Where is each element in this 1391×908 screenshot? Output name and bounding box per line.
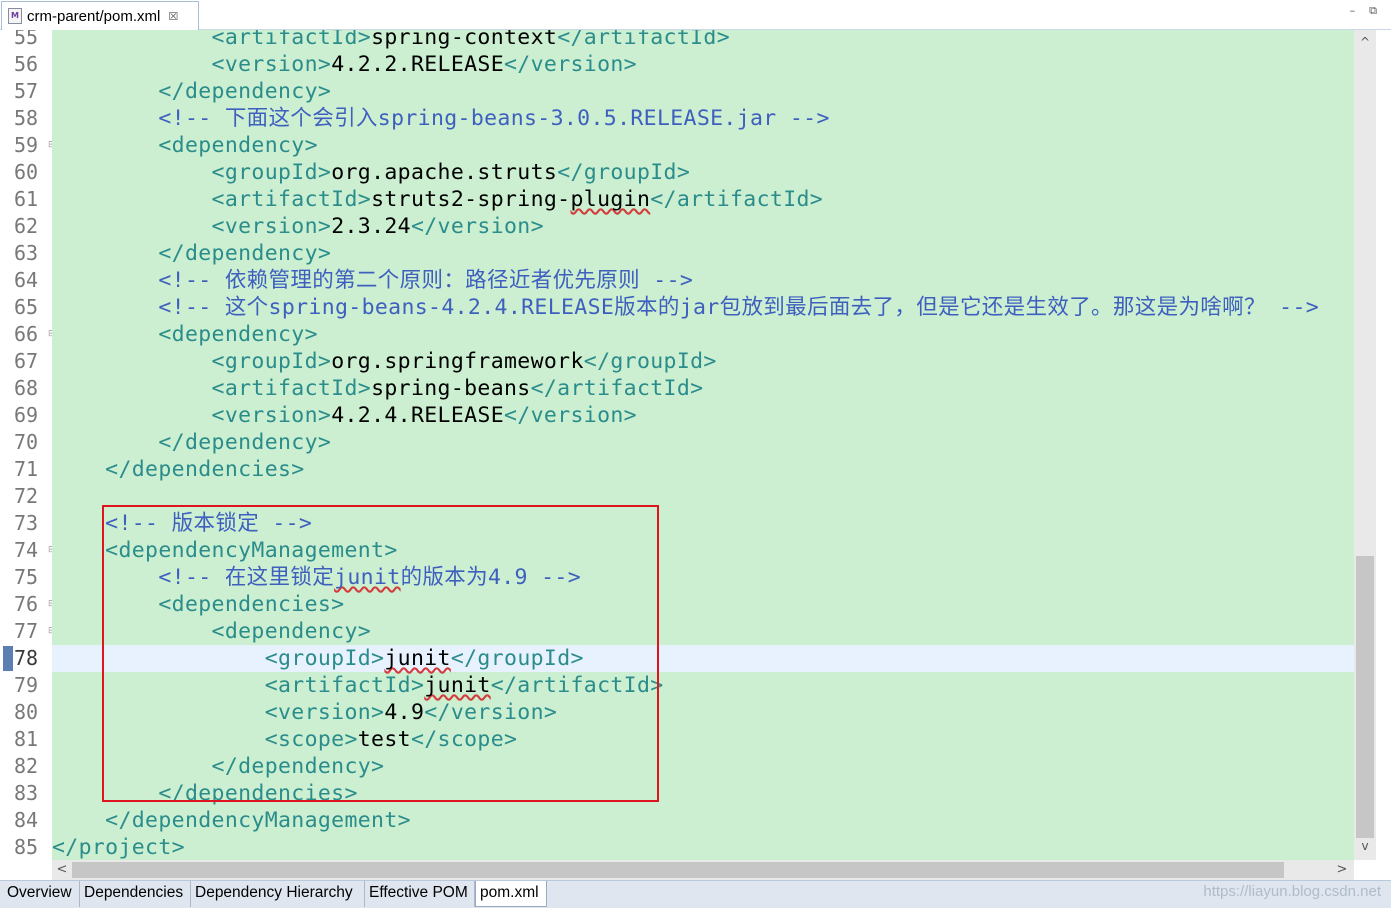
xml-tag-token: <artifactId> bbox=[52, 187, 372, 212]
code-line[interactable]: </dependency> bbox=[52, 240, 1354, 267]
xml-tag-token: <dependency> bbox=[52, 322, 318, 347]
xml-value-token: org.springframework bbox=[331, 349, 584, 374]
xml-tag-token: <artifactId> bbox=[52, 30, 372, 50]
scroll-right-icon[interactable]: > bbox=[1332, 860, 1352, 880]
code-line[interactable]: <artifactId>struts2-spring-plugin</artif… bbox=[52, 186, 1354, 213]
xml-tag-token: </dependency> bbox=[52, 430, 332, 455]
xml-value-token: 4.2.4.RELEASE bbox=[331, 403, 505, 428]
xml-tag-token: </version> bbox=[410, 214, 544, 239]
code-line[interactable]: <version>2.3.24</version> bbox=[52, 213, 1354, 240]
current-line-marker bbox=[3, 646, 13, 671]
xml-tag-token: <groupId> bbox=[52, 349, 332, 374]
xml-tag-token: <artifactId> bbox=[52, 376, 372, 401]
close-icon[interactable]: ☒ bbox=[168, 10, 178, 23]
xml-value-token: spring-context bbox=[371, 30, 558, 50]
code-line[interactable]: <groupId>org.apache.struts</groupId> bbox=[52, 159, 1354, 186]
horizontal-scrollbar[interactable]: < > bbox=[52, 860, 1354, 880]
xml-tag-token: <version> bbox=[52, 52, 332, 77]
scrollbar-corner bbox=[1354, 860, 1391, 880]
xml-tag-token: </artifactId> bbox=[530, 376, 704, 401]
xml-tag-token: </dependency> bbox=[52, 241, 332, 266]
tab-overview[interactable]: Overview bbox=[3, 881, 80, 907]
xml-tag-token: <version> bbox=[52, 403, 332, 428]
code-line[interactable]: <artifactId>spring-context</artifactId> bbox=[52, 30, 1354, 51]
horizontal-scroll-thumb[interactable] bbox=[72, 862, 1284, 878]
xml-tag-token: </dependencyManagement> bbox=[52, 808, 411, 833]
tab-pom-xml[interactable]: pom.xml bbox=[475, 881, 547, 907]
tab-dependencies[interactable]: Dependencies bbox=[80, 881, 191, 907]
line-number-gutter: 5556575859⊟60616263646566⊟67686970717273… bbox=[6, 30, 56, 860]
scroll-left-icon[interactable]: < bbox=[52, 860, 72, 880]
xml-comment-token: <!-- 这个spring-beans-4.2.4.RELEASE版本的jar包… bbox=[52, 295, 1320, 320]
watermark-text: https://liayun.blog.csdn.net bbox=[1203, 883, 1381, 900]
xml-tag-token: </groupId> bbox=[583, 349, 717, 374]
minimize-icon[interactable]: – bbox=[1350, 4, 1356, 18]
code-line[interactable]: </dependency> bbox=[52, 429, 1354, 456]
xml-comment-token: <!-- 依赖管理的第二个原则：路径近者优先原则 --> bbox=[52, 268, 694, 293]
code-line[interactable]: <version>4.2.4.RELEASE</version> bbox=[52, 402, 1354, 429]
restore-icon[interactable]: ⧉ bbox=[1369, 4, 1377, 18]
code-line[interactable]: <dependency> bbox=[52, 321, 1354, 348]
code-line[interactable]: <version>4.2.2.RELEASE</version> bbox=[52, 51, 1354, 78]
code-line[interactable]: <!-- 这个spring-beans-4.2.4.RELEASE版本的jar包… bbox=[52, 294, 1354, 321]
xml-tag-token: </groupId> bbox=[557, 160, 691, 185]
code-line[interactable]: <dependency> bbox=[52, 132, 1354, 159]
xml-tag-token: <version> bbox=[52, 214, 332, 239]
tab-dependency-hierarchy[interactable]: Dependency Hierarchy bbox=[191, 881, 365, 907]
code-line[interactable]: <groupId>org.springframework</groupId> bbox=[52, 348, 1354, 375]
code-line[interactable]: </dependency> bbox=[52, 78, 1354, 105]
code-line[interactable]: </project> bbox=[52, 834, 1354, 860]
vertical-scrollbar[interactable]: ^ v bbox=[1354, 30, 1376, 860]
xml-tag-token: </project> bbox=[52, 835, 185, 860]
xml-tag-token: </version> bbox=[504, 52, 637, 77]
tab-effective-pom[interactable]: Effective POM bbox=[365, 881, 475, 907]
xml-tag-token: </artifactId> bbox=[650, 187, 824, 212]
xml-tag-token: <dependency> bbox=[52, 133, 318, 158]
code-line[interactable]: </dependencies> bbox=[52, 456, 1354, 483]
xml-value-token: 2.3.24 bbox=[331, 214, 411, 239]
xml-tag-token: </artifactId> bbox=[557, 30, 731, 50]
overview-ruler bbox=[1376, 30, 1391, 860]
maven-pom-file-icon: M bbox=[8, 8, 22, 24]
editor-tab-pom-xml[interactable]: M crm-parent/pom.xml ☒ bbox=[1, 1, 199, 30]
xml-value-token: struts2-spring- bbox=[371, 187, 571, 212]
xml-value-token: org.apache.struts bbox=[331, 160, 558, 185]
xml-value-token: 4.2.2.RELEASE bbox=[331, 52, 505, 77]
code-line[interactable]: <artifactId>spring-beans</artifactId> bbox=[52, 375, 1354, 402]
xml-comment-token: <!-- 下面这个会引入spring-beans-3.0.5.RELEASE.j… bbox=[52, 106, 830, 131]
code-line[interactable]: <!-- 下面这个会引入spring-beans-3.0.5.RELEASE.j… bbox=[52, 105, 1354, 132]
scroll-down-icon[interactable]: v bbox=[1354, 836, 1376, 856]
xml-tag-token: </dependency> bbox=[52, 79, 332, 104]
code-line[interactable]: </dependencyManagement> bbox=[52, 807, 1354, 834]
vertical-scroll-thumb[interactable] bbox=[1356, 556, 1374, 838]
xml-value-token: spring-beans bbox=[371, 376, 531, 401]
xml-tag-token: </version> bbox=[504, 403, 637, 428]
pom-editor-tabs: Overview Dependencies Dependency Hierarc… bbox=[0, 880, 1391, 908]
xml-tag-token: </dependencies> bbox=[52, 457, 305, 482]
xml-value-token: plugin bbox=[570, 187, 651, 212]
code-line[interactable]: <!-- 依赖管理的第二个原则：路径近者优先原则 --> bbox=[52, 267, 1354, 294]
dependency-management-highlight-box bbox=[102, 505, 659, 802]
editor-tab-bar: M crm-parent/pom.xml ☒ – ⧉ bbox=[0, 0, 1391, 30]
scroll-up-icon[interactable]: ^ bbox=[1354, 32, 1376, 52]
xml-tag-token: <groupId> bbox=[52, 160, 332, 185]
editor-tab-title: crm-parent/pom.xml bbox=[27, 7, 161, 25]
